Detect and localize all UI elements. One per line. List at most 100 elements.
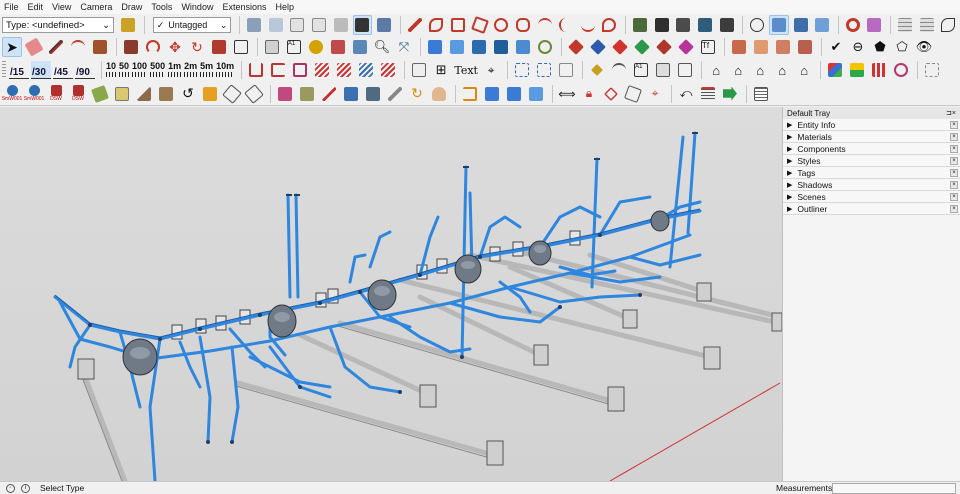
style-3-button[interactable]: ⬟: [870, 37, 890, 57]
push-pull-button[interactable]: [121, 37, 141, 57]
top-view-button[interactable]: [266, 15, 286, 35]
ruler-1m-button[interactable]: 1m: [168, 61, 182, 79]
dsw-1-button[interactable]: DSW: [46, 83, 66, 105]
3d-text-button[interactable]: ⌖: [481, 60, 501, 80]
freehand-tool-button[interactable]: [427, 15, 447, 35]
model-info-button[interactable]: [843, 15, 863, 35]
book-button[interactable]: [112, 84, 132, 104]
section-export-button[interactable]: [717, 15, 737, 35]
menu-view[interactable]: View: [52, 2, 71, 12]
person-button[interactable]: [429, 84, 449, 104]
export-button[interactable]: [720, 84, 740, 104]
orbit-button[interactable]: [747, 15, 767, 35]
panel-styles[interactable]: ▶ Styles ×: [783, 155, 960, 167]
move-tool-button[interactable]: ✥: [165, 37, 185, 57]
shapes-dropdown-button[interactable]: [90, 37, 110, 57]
pencil-dropdown-button[interactable]: [46, 37, 66, 57]
three-point-arc-button[interactable]: [578, 15, 598, 35]
zoom-tool-button[interactable]: 🔍︎: [372, 37, 392, 57]
pie-tool-button[interactable]: [600, 15, 620, 35]
offset-tool-button[interactable]: [231, 37, 251, 57]
close-icon[interactable]: ×: [950, 168, 958, 177]
eraser-tool-button[interactable]: [24, 37, 44, 57]
tag-manager-button[interactable]: [865, 15, 885, 35]
sketch-tool-2-button[interactable]: [609, 60, 629, 80]
iso-view-button[interactable]: [244, 15, 264, 35]
close-icon[interactable]: ×: [950, 180, 958, 189]
menu-window[interactable]: Window: [181, 2, 213, 12]
tool-spin-button[interactable]: [363, 84, 383, 104]
circle-tool-button[interactable]: [491, 15, 511, 35]
plugin-3-button[interactable]: [773, 37, 793, 57]
grid-button[interactable]: ⊞: [431, 60, 451, 80]
slope-30-button[interactable]: /30: [31, 61, 51, 79]
undo-button[interactable]: ↺: [178, 84, 198, 104]
house-blue-3-button[interactable]: [526, 84, 546, 104]
two-point-arc-button[interactable]: [556, 15, 576, 35]
terrain-button[interactable]: [134, 84, 154, 104]
toolbar-grip[interactable]: [2, 61, 6, 79]
house-blue-1-button[interactable]: [482, 84, 502, 104]
plugin-1-button[interactable]: [729, 37, 749, 57]
brush-button[interactable]: [319, 84, 339, 104]
slope-90-button[interactable]: /90: [75, 61, 95, 79]
palette-button[interactable]: [847, 60, 867, 80]
scale-tool-button[interactable]: [209, 37, 229, 57]
rectangle-tool-button[interactable]: [448, 15, 468, 35]
style-5-button[interactable]: 👁︎: [914, 37, 934, 57]
solid-intersect-button[interactable]: [588, 37, 608, 57]
mirror-button[interactable]: [244, 83, 264, 104]
panel-scenes[interactable]: ▶ Scenes ×: [783, 191, 960, 203]
panel-entity-info[interactable]: ▶ Entity Info ×: [783, 119, 960, 131]
components-button[interactable]: [275, 84, 295, 104]
route-button[interactable]: [222, 83, 242, 104]
follow-me-button[interactable]: [143, 37, 163, 57]
plugin-4-button[interactable]: [795, 37, 815, 57]
select-tool-button[interactable]: ➤: [2, 37, 22, 57]
record-button[interactable]: [891, 60, 911, 80]
pipe-tool-7-button[interactable]: [378, 60, 398, 80]
menu-help[interactable]: Help: [275, 2, 294, 12]
slope-15-button[interactable]: /15: [9, 61, 29, 79]
paint-bucket-button[interactable]: [306, 37, 326, 57]
solid-trim-button[interactable]: [654, 37, 674, 57]
solid-union-button[interactable]: [610, 37, 630, 57]
dimension-button[interactable]: A1: [284, 37, 304, 57]
route-pipe-button[interactable]: [460, 84, 480, 104]
close-icon[interactable]: ×: [950, 132, 958, 141]
color-cube-button[interactable]: [825, 60, 845, 80]
align-button[interactable]: [869, 60, 889, 80]
select-tool-3-button[interactable]: [556, 60, 576, 80]
sketch-tool-5-button[interactable]: [675, 60, 695, 80]
right-view-button[interactable]: [309, 15, 329, 35]
ruler-10m-button[interactable]: 10m: [216, 61, 235, 79]
pin-icon[interactable]: ⊐×: [946, 109, 956, 117]
panel-shadows[interactable]: ▶ Shadows ×: [783, 179, 960, 191]
front-view-button[interactable]: [288, 15, 308, 35]
select-box-button[interactable]: [512, 60, 532, 80]
add-detail-button[interactable]: [535, 37, 555, 57]
close-icon[interactable]: ×: [950, 156, 958, 165]
house-4-button[interactable]: ⌂: [772, 60, 792, 80]
house-2-button[interactable]: ⌂: [728, 60, 748, 80]
font-tool-button[interactable]: Tf: [698, 37, 718, 57]
parallel-projection-button[interactable]: [769, 15, 789, 35]
attach-button[interactable]: [601, 84, 621, 104]
house-blue-2-button[interactable]: [504, 84, 524, 104]
menu-edit[interactable]: Edit: [28, 2, 44, 12]
panel-outliner[interactable]: ▶ Outliner ×: [783, 203, 960, 215]
panel-components[interactable]: ▶ Components ×: [783, 143, 960, 155]
ruler-100-button[interactable]: 100: [132, 61, 148, 79]
close-icon[interactable]: ×: [950, 144, 958, 153]
wall-tool-button[interactable]: [895, 15, 915, 35]
tape-measure-button[interactable]: [262, 37, 282, 57]
model-viewport[interactable]: [0, 107, 782, 481]
ruler-5m-button[interactable]: 5m: [200, 61, 214, 79]
sketch-tool-3-button[interactable]: A1: [631, 60, 651, 80]
sandbox-scratch-button[interactable]: [447, 37, 467, 57]
rotated-rect-button[interactable]: [470, 15, 490, 35]
house-1-button[interactable]: ⌂: [706, 60, 726, 80]
stack-button[interactable]: [200, 84, 220, 104]
measurements-input[interactable]: [832, 482, 956, 494]
text-tool-button[interactable]: Text: [453, 60, 479, 80]
